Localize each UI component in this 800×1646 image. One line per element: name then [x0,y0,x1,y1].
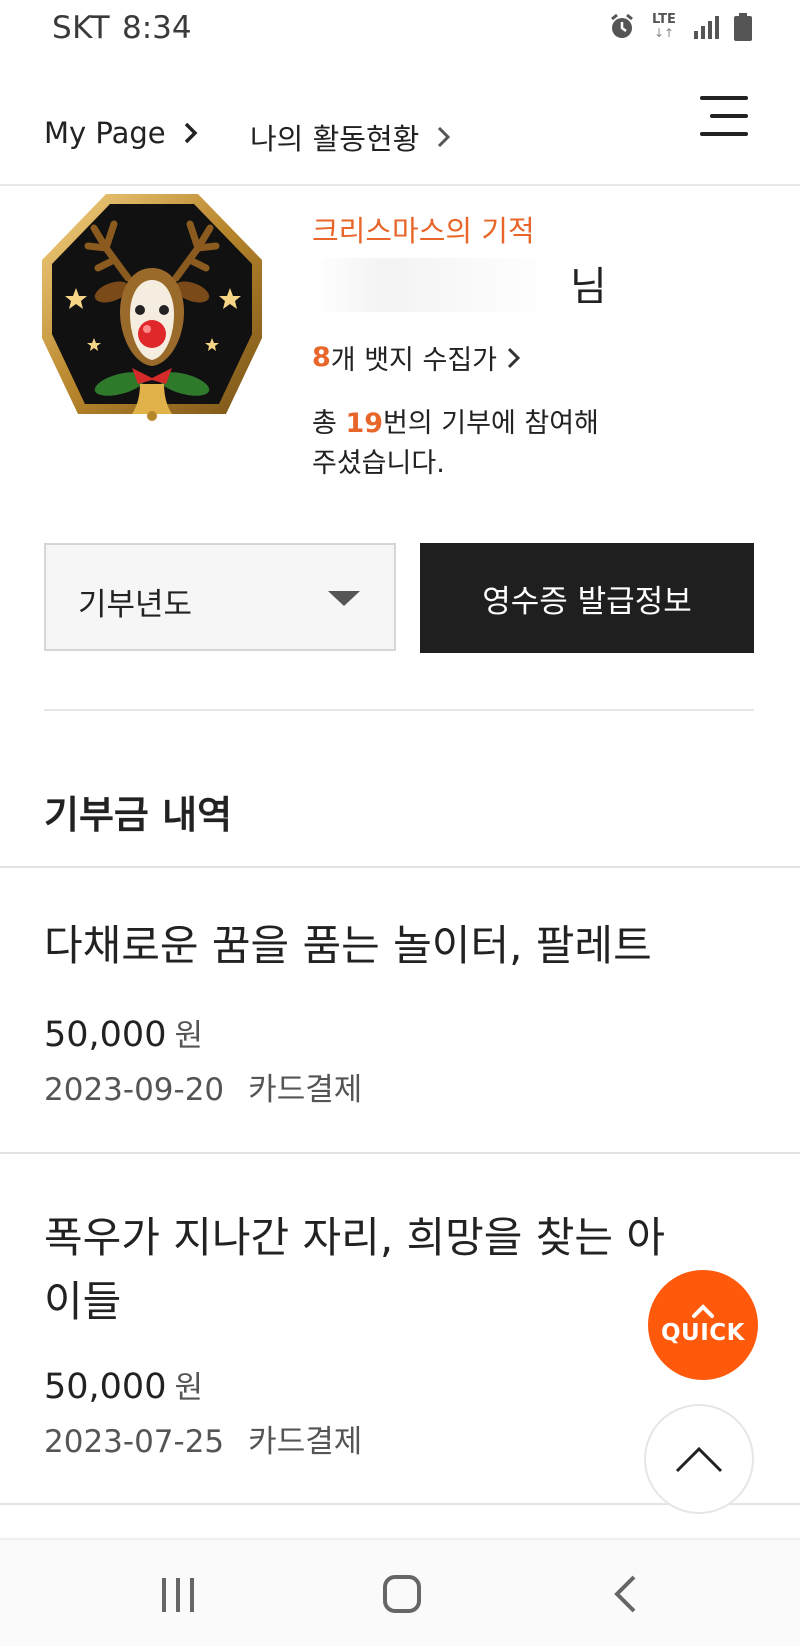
battery-icon [734,13,752,41]
donation-date: 2023-09-20 [44,1072,225,1108]
status-time: 8:34 [122,10,192,46]
donation-count: 19 [345,408,384,439]
christmas-badge-icon [42,194,262,421]
badge-count-label: 개 뱃지 수집가 [330,345,498,376]
donation-date: 2023-07-25 [44,1424,225,1460]
signal-icon [694,16,719,39]
chevron-up-icon [692,1304,714,1318]
chevron-right-icon [184,122,198,144]
lte-icon: LTE ↓↑ [652,12,676,40]
recent-apps-icon[interactable] [160,1578,196,1612]
donation-item-meta: 2023-07-25 카드결제 [44,1416,362,1461]
donation-item-meta: 2023-09-20 카드결제 [44,1064,362,1109]
quick-label: QUICK [661,1320,745,1346]
divider [0,1152,800,1154]
year-select-label: 기부년도 [78,587,193,623]
breadcrumb-my-page[interactable]: My Page [44,116,198,150]
donation-item-title[interactable]: 다채로운 꿈을 품는 놀이터, 팔레트 [44,914,684,978]
breadcrumb-activity[interactable]: 나의 활동현황 [250,116,451,158]
system-nav-bar [0,1538,800,1646]
badge-count-number: 8 [312,342,331,373]
masked-user-name [312,258,562,312]
divider [44,709,754,711]
receipt-info-button[interactable]: 영수증 발급정보 [420,543,754,653]
status-carrier: SKT [52,10,111,46]
donation-item-amount: 50,000 원 [44,1015,203,1055]
back-icon[interactable] [612,1574,638,1614]
quick-menu-button[interactable]: QUICK [648,1270,758,1380]
payment-method: 카드결제 [248,1424,363,1460]
page-header: My Page 나의 활동현황 [0,70,800,186]
divider [0,866,800,868]
badge-collector-link[interactable]: 8 개 뱃지 수집가 [312,338,521,377]
dropdown-arrow-icon [328,591,360,606]
breadcrumb-label: 나의 활동현황 [250,122,420,156]
hamburger-icon [700,96,748,100]
donation-year-select[interactable]: 기부년도 [44,543,396,651]
name-honorific: 님 [570,264,607,310]
home-icon[interactable] [382,1574,422,1614]
chevron-right-icon [438,126,451,148]
status-icons: LTE ↓↑ [608,12,752,42]
donation-item-amount: 50,000 원 [44,1367,203,1407]
breadcrumb-label: My Page [44,116,166,150]
badge-title: 크리스마스의 기적 [312,214,535,248]
chevron-right-icon [507,347,521,368]
chevron-up-icon [675,1446,723,1473]
section-title: 기부금 내역 [44,793,233,837]
payment-method: 카드결제 [248,1072,363,1108]
donation-summary: 총 19번의 기부에 참여해 주셨습니다. [312,408,599,479]
donation-item-title[interactable]: 폭우가 지나간 자리, 희망을 찾는 아이들 [44,1206,684,1334]
scroll-to-top-button[interactable] [644,1404,754,1514]
alarm-icon [611,13,633,38]
menu-button[interactable] [698,94,748,138]
